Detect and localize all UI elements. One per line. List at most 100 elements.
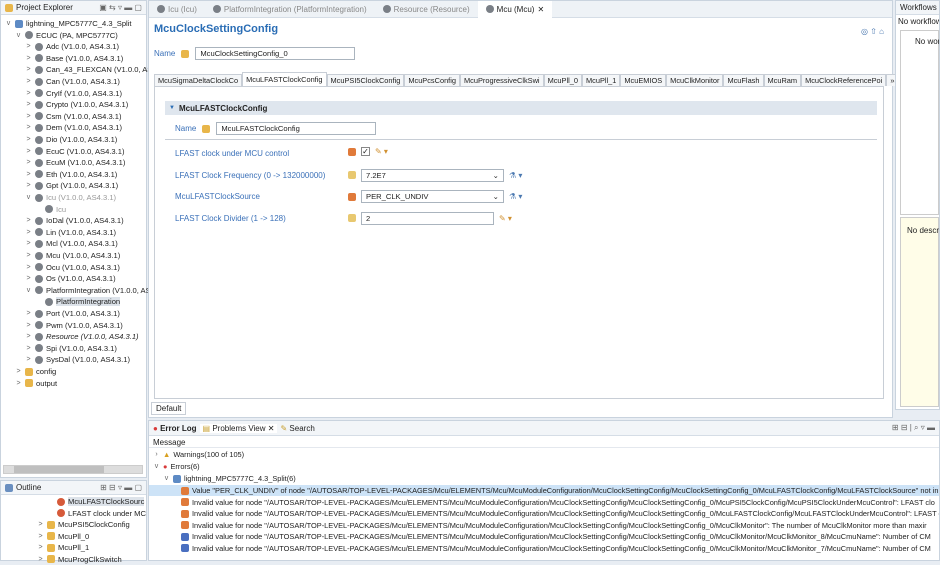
expand-arrow-icon[interactable]: >	[25, 66, 32, 73]
config-tab[interactable]: McuEMIOS	[620, 74, 667, 86]
tree-item[interactable]: > Crypto (V1.0.0, AS4.3.1)	[25, 99, 128, 110]
problem-row[interactable]: Invalid value for node "/AUTOSAR/TOP-LEV…	[149, 520, 939, 531]
expand-arrow-icon[interactable]: v	[25, 287, 32, 294]
view-menu-icons[interactable]: ▣ ⇆ ▿ ▬ ▢	[99, 3, 142, 12]
tree-item[interactable]: > Os (V1.0.0, AS4.3.1)	[25, 273, 115, 284]
message-column-header[interactable]: Message	[149, 436, 939, 448]
tree-item[interactable]: > Csm (V1.0.0, AS4.3.1)	[25, 111, 121, 122]
editor-tab[interactable]: Resource (Resource)	[375, 1, 478, 18]
expand-arrow-icon[interactable]: v	[25, 194, 32, 201]
workflows-tab[interactable]: Workflows	[896, 1, 939, 15]
tree-item[interactable]: > Can_43_FLEXCAN (V1.0.0, AS4.3	[25, 64, 162, 75]
close-tab-icon[interactable]: ✕	[537, 5, 544, 14]
tree-item[interactable]: > Port (V1.0.0, AS4.3.1)	[25, 308, 119, 319]
chevron-down-icon[interactable]: ⌄	[493, 171, 499, 180]
problem-row[interactable]: Invalid value for node "/AUTOSAR/TOP-LEV…	[149, 508, 939, 519]
expand-arrow-icon[interactable]: >	[25, 264, 32, 271]
expand-arrow-icon[interactable]: >	[37, 544, 44, 551]
errors-group[interactable]: v ● Errors(6)	[149, 461, 939, 472]
tree-item[interactable]: v PlatformIntegration (V1.0.0, AS4	[25, 285, 155, 296]
expand-arrow-icon[interactable]: >	[25, 148, 32, 155]
expand-arrow-icon[interactable]: >	[25, 78, 32, 85]
expand-arrow-icon[interactable]: v	[15, 32, 22, 39]
tree-item[interactable]: > Spi (V1.0.0, AS4.3.1)	[25, 343, 116, 354]
expand-arrow-icon[interactable]: >	[37, 556, 44, 563]
tree-item[interactable]: > Eth (V1.0.0, AS4.3.1)	[25, 169, 117, 180]
tree-item[interactable]: > Gpt (V1.0.0, AS4.3.1)	[25, 180, 118, 191]
expand-arrow-icon[interactable]: >	[25, 43, 32, 50]
expand-arrow-icon[interactable]: >	[25, 171, 32, 178]
expand-arrow-icon[interactable]: >	[25, 229, 32, 236]
expand-arrow-icon[interactable]: >	[25, 333, 32, 340]
expand-arrow-icon[interactable]: >	[25, 101, 32, 108]
tab-problems-view[interactable]: ▤ Problems View ✕	[199, 423, 278, 433]
expand-arrow-icon[interactable]: >	[25, 159, 32, 166]
tree-item[interactable]: > Pwm (V1.0.0, AS4.3.1)	[25, 320, 122, 331]
tree-item[interactable]: > EcuC (V1.0.0, AS4.3.1)	[25, 146, 124, 157]
tree-item[interactable]: > EcuM (V1.0.0, AS4.3.1)	[25, 157, 125, 168]
expand-arrow-icon[interactable]: >	[25, 113, 32, 120]
tree-item[interactable]: > Dio (V1.0.0, AS4.3.1)	[25, 134, 117, 145]
edit-icon[interactable]: ✎ ▾	[499, 214, 512, 223]
outline-tab[interactable]: Outline ⊞ ⊟ ▿ ▬ ▢	[1, 481, 146, 495]
expand-arrow-icon[interactable]: >	[25, 356, 32, 363]
expand-arrow-icon[interactable]: >	[37, 521, 44, 528]
problem-row[interactable]: Invalid value for node "/AUTOSAR/TOP-LEV…	[149, 543, 939, 554]
expand-arrow-icon[interactable]: >	[25, 136, 32, 143]
config-tab[interactable]: McuSigmaDeltaClockCo	[154, 74, 243, 86]
tree-item[interactable]: > Lin (V1.0.0, AS4.3.1)	[25, 227, 116, 238]
expand-arrow-icon[interactable]: >	[25, 124, 32, 131]
warnings-group[interactable]: › ▲ Warnings(100 of 105)	[149, 449, 939, 460]
param-combo[interactable]: 7.2E7 ⌄	[361, 168, 504, 182]
tree-item[interactable]: v lightning_MPC5777C_4.3_Split	[5, 18, 132, 29]
problem-row[interactable]: Invalid value for node "/AUTOSAR/TOP-LEV…	[149, 531, 939, 542]
param-combo[interactable]: PER_CLK_UNDIV ⌄	[361, 190, 504, 203]
expand-arrow-icon[interactable]: >	[15, 380, 22, 387]
calc-icon[interactable]: ⚗ ▾	[509, 192, 522, 201]
problem-row[interactable]: Value "PER_CLK_UNDIV" of node "/AUTOSAR/…	[149, 485, 939, 496]
tree-item[interactable]: > Mcu (V1.0.0, AS4.3.1)	[25, 250, 120, 261]
expand-arrow-icon[interactable]: >	[25, 90, 32, 97]
config-tab[interactable]: McuPcsConfig	[404, 74, 460, 86]
editor-tab[interactable]: Mcu (Mcu) ✕	[477, 0, 553, 18]
tree-item[interactable]: LFAST clock under MC	[47, 508, 146, 519]
tree-item[interactable]: > Adc (V1.0.0, AS4.3.1)	[25, 41, 119, 52]
config-tab[interactable]: McuProgressiveClkSwi	[460, 74, 544, 86]
tree-item[interactable]: > McuPll_0	[37, 531, 89, 542]
tree-item[interactable]: > McuPSI5ClockConfig	[37, 519, 129, 530]
editor-tab[interactable]: PlatformIntegration (PlatformIntegration…	[205, 1, 375, 18]
config-tab[interactable]: McuClkMonitor	[666, 74, 724, 86]
config-tab[interactable]: McuFlash	[723, 74, 764, 86]
tab-error-log[interactable]: ● Error Log	[153, 424, 197, 433]
config-tab[interactable]: McuPll_0	[543, 74, 582, 86]
tree-item[interactable]: > Ocu (V1.0.0, AS4.3.1)	[25, 262, 119, 273]
section-header[interactable]: ▼ McuLFASTClockConfig	[165, 101, 877, 115]
section-name-input[interactable]: McuLFASTClockConfig	[216, 122, 377, 135]
checkbox[interactable]: ✓	[361, 147, 370, 156]
expand-arrow-icon[interactable]: >	[25, 322, 32, 329]
tree-item[interactable]: > McuProgClkSwitch	[37, 554, 121, 565]
tree-item[interactable]: > Resource (V1.0.0, AS4.3.1)	[25, 331, 138, 342]
param-input[interactable]: 2	[361, 211, 494, 225]
collapse-icon[interactable]: ▼	[169, 105, 175, 111]
tree-item[interactable]: v Icu (V1.0.0, AS4.3.1)	[25, 192, 116, 203]
expand-arrow-icon[interactable]: >	[25, 252, 32, 259]
outline-toolbar[interactable]: ⊞ ⊟ ▿ ▬ ▢	[100, 483, 142, 492]
tree-item[interactable]: Icu	[35, 204, 66, 215]
config-tab[interactable]: McuPll_1	[581, 74, 621, 86]
name-input[interactable]: McuClockSettingConfig_0	[195, 47, 356, 60]
edit-icon[interactable]: ✎ ▾	[375, 147, 388, 156]
problem-row[interactable]: Invalid value for node "/AUTOSAR/TOP-LEV…	[149, 497, 939, 508]
expand-arrow-icon[interactable]: v	[5, 20, 12, 27]
tree-item[interactable]: > output	[15, 378, 57, 389]
expand-arrow-icon[interactable]: >	[15, 368, 22, 375]
tree-item[interactable]: PlatformIntegration	[35, 296, 121, 307]
tree-item[interactable]: > SysDal (V1.0.0, AS4.3.1)	[25, 354, 130, 365]
expand-arrow-icon[interactable]: >	[25, 217, 32, 224]
config-tab[interactable]: McuLFASTClockConfig	[242, 72, 327, 86]
tree-item[interactable]: > Mcl (V1.0.0, AS4.3.1)	[25, 238, 117, 249]
config-tab[interactable]: McuClockReferencePoi	[801, 74, 887, 86]
expand-arrow-icon[interactable]: >	[25, 55, 32, 62]
expand-arrow-icon[interactable]: >	[25, 310, 32, 317]
chevron-down-icon[interactable]: ⌄	[493, 192, 499, 201]
